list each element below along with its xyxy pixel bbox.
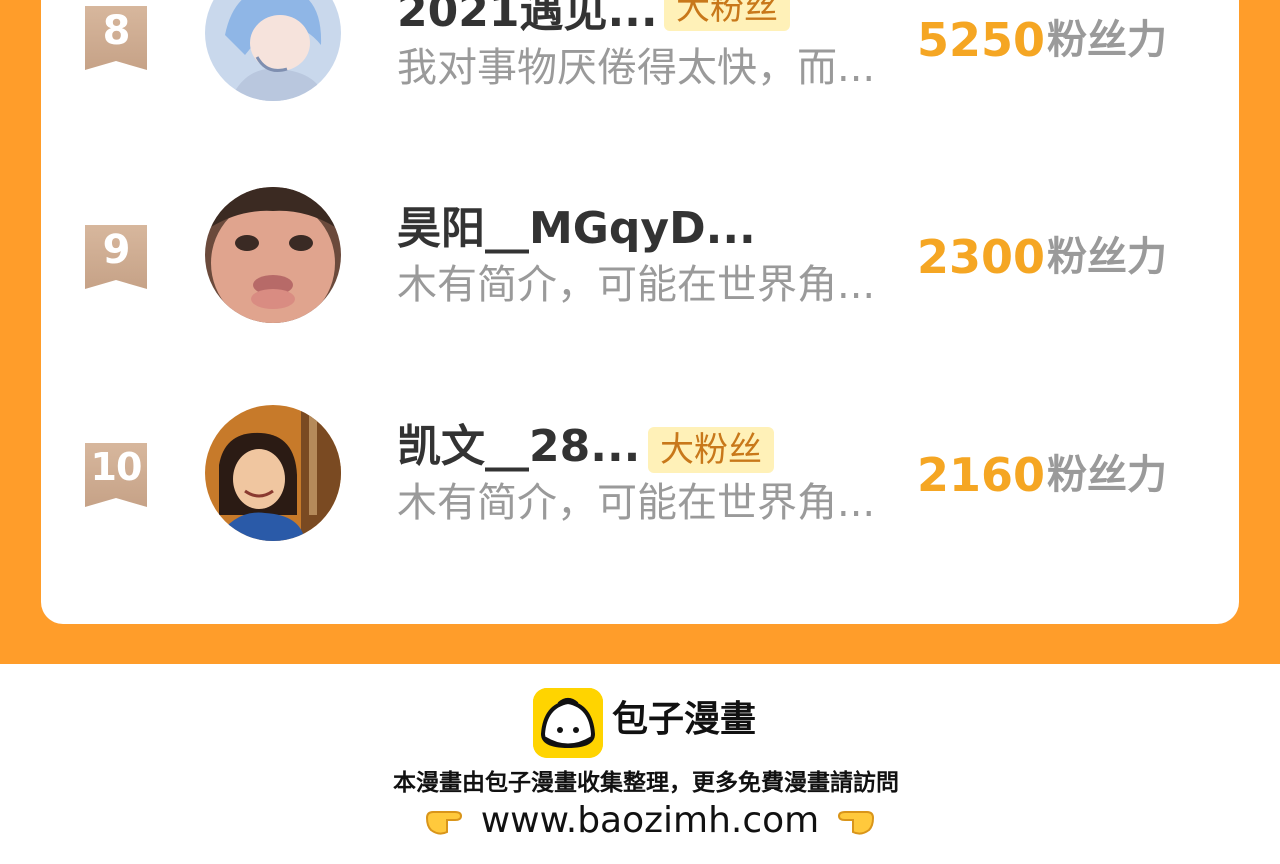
- brand-name: 包子漫畫: [612, 699, 757, 740]
- fan-score-unit: 粉丝力: [1047, 17, 1167, 63]
- rank-ribbon: 9: [85, 225, 147, 289]
- footer-note: 本漫畫由包子漫畫收集整理，更多免費漫畫請訪問: [393, 770, 899, 796]
- ranking-row-10[interactable]: 10 凯文__28... 大粉丝 木有简介，可能在世界角... 2160 粉丝力: [0, 405, 1280, 545]
- avatar[interactable]: [205, 405, 341, 541]
- rank-ribbon: 8: [85, 6, 147, 70]
- fan-score: 2160: [917, 448, 1046, 502]
- baozi-logo-icon[interactable]: [533, 688, 603, 758]
- user-name[interactable]: 昊阳__MGqyD...: [397, 207, 756, 251]
- fan-badge: 大粉丝: [664, 0, 790, 31]
- user-name[interactable]: 2021遇见...: [397, 0, 658, 34]
- avatar[interactable]: [205, 0, 341, 101]
- pointing-left-hand-icon: [831, 804, 875, 838]
- rank-ribbon: 10: [85, 443, 147, 507]
- fan-score-unit: 粉丝力: [1047, 452, 1167, 498]
- user-name[interactable]: 凯文__28...: [397, 425, 640, 469]
- fan-score: 5250: [917, 13, 1046, 67]
- ranking-row-8[interactable]: 8 2021遇见... 大粉丝 我对事物厌倦得太快，而... 5250 粉丝力: [0, 0, 1280, 110]
- pointing-right-hand-icon: [425, 804, 469, 838]
- site-url-link[interactable]: www.baozimh.com: [481, 800, 820, 841]
- ranking-row-9[interactable]: 9 昊阳__MGqyD... 木有简介，可能在世界角... 2300 粉丝力: [0, 187, 1280, 327]
- avatar[interactable]: [205, 187, 341, 323]
- user-bio: 木有简介，可能在世界角...: [397, 262, 876, 308]
- user-bio: 我对事物厌倦得太快，而...: [397, 45, 876, 91]
- fan-score: 2300: [917, 230, 1046, 284]
- fan-badge: 大粉丝: [648, 427, 774, 473]
- footer-url-row: www.baozimh.com: [0, 802, 1280, 839]
- fan-score-unit: 粉丝力: [1047, 234, 1167, 280]
- user-bio: 木有简介，可能在世界角...: [397, 480, 876, 526]
